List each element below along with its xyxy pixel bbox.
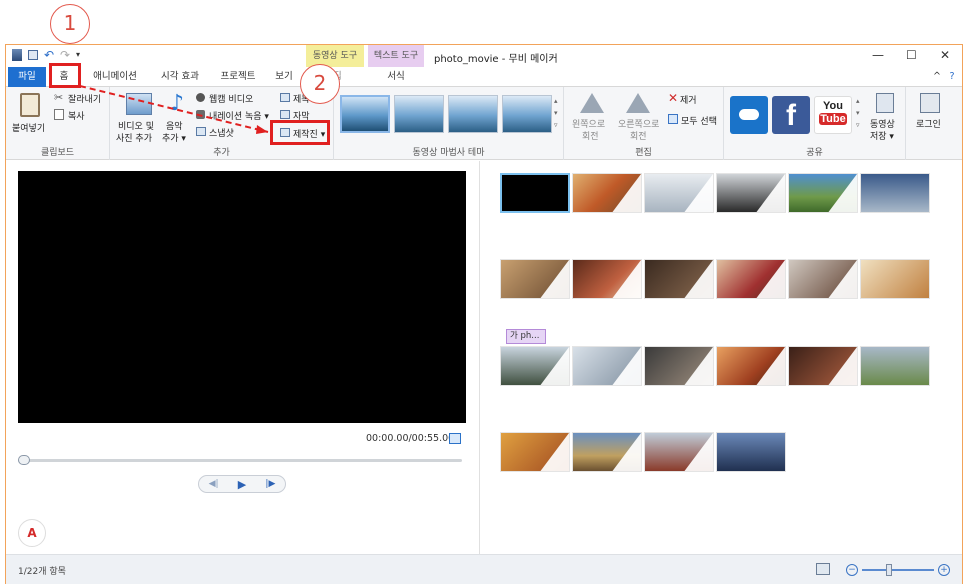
annotation-arrow xyxy=(79,85,269,134)
step-2-circle: 2 xyxy=(300,64,340,104)
